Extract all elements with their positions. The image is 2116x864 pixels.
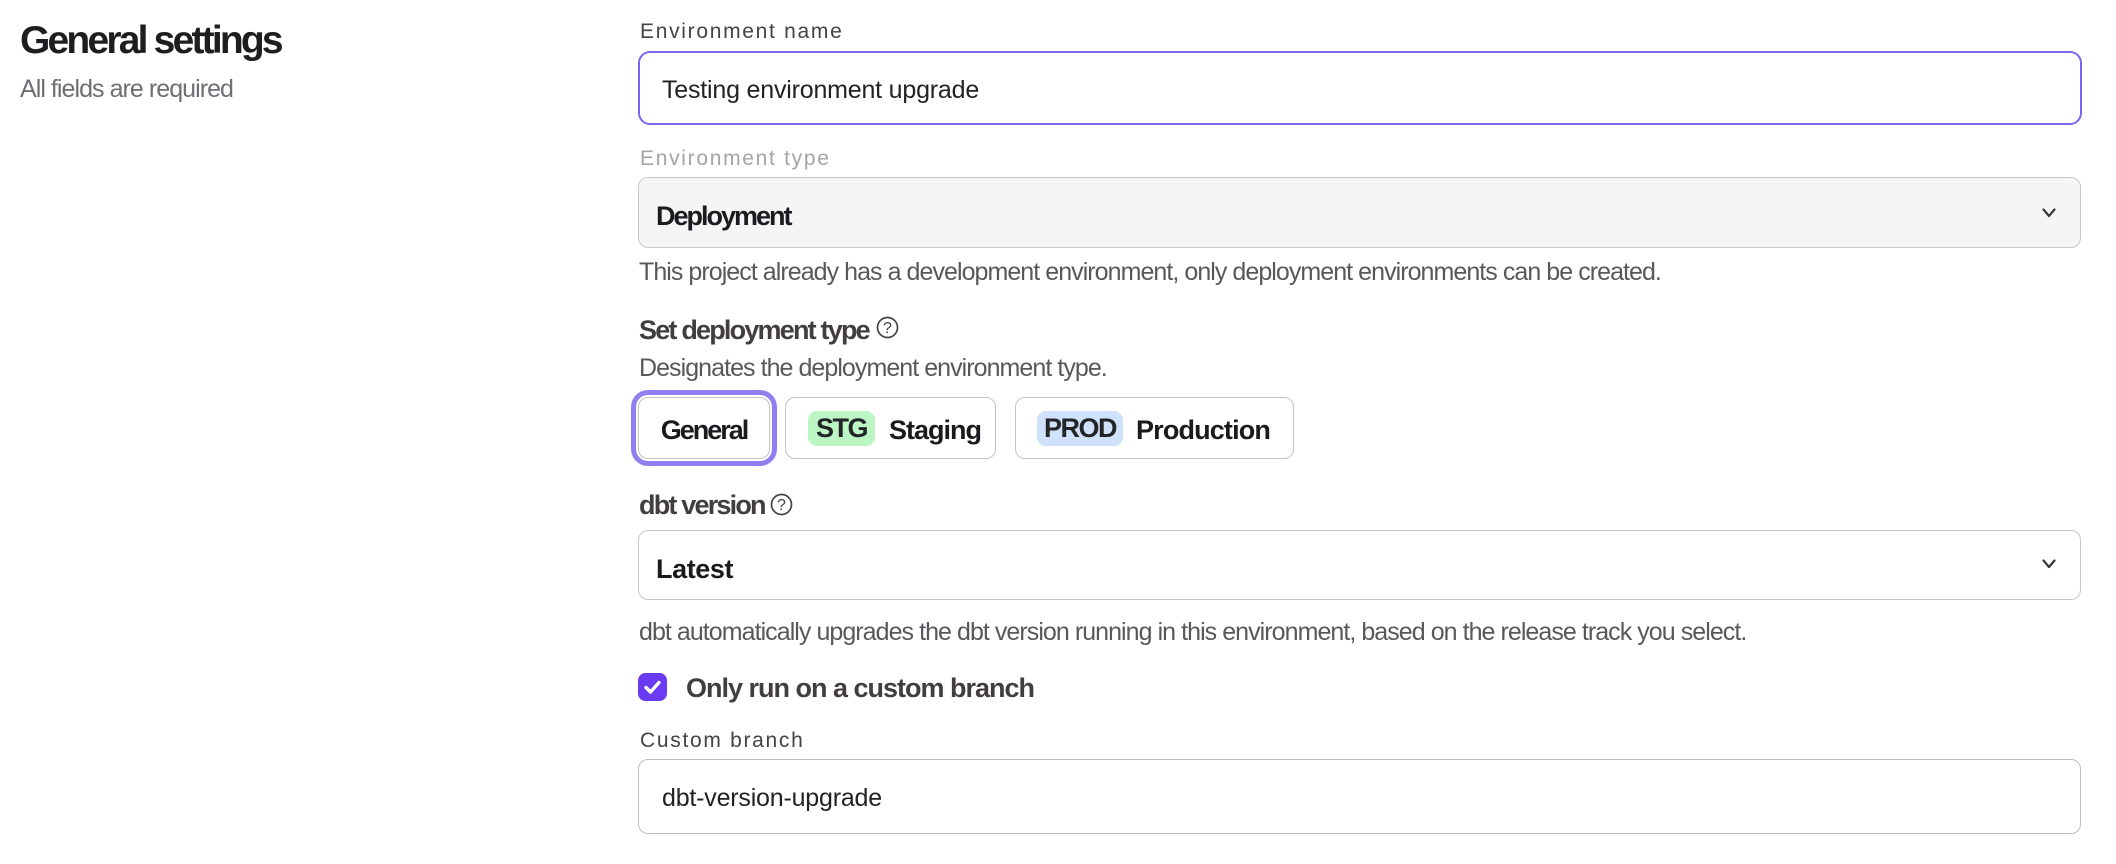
- svg-text:?: ?: [777, 497, 786, 514]
- svg-text:?: ?: [883, 320, 892, 337]
